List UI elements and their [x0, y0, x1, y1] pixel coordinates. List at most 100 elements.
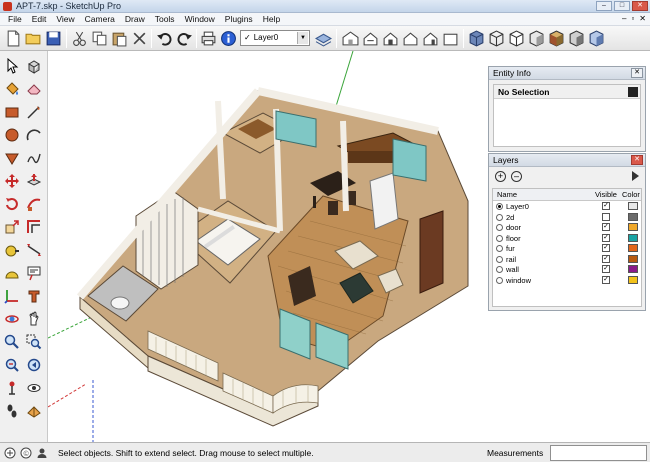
shaded-textures-icon[interactable] [547, 29, 566, 48]
cut-icon[interactable] [70, 29, 89, 48]
section-plane-icon[interactable] [24, 401, 44, 421]
active-layer-radio[interactable] [496, 224, 503, 231]
layer-color-swatch[interactable] [628, 275, 638, 284]
remove-layer-icon[interactable]: – [511, 171, 522, 182]
layer-dropdown[interactable]: ✓ Layer0 ▼ [240, 30, 310, 46]
look-around-icon[interactable] [24, 378, 44, 398]
protractor-icon[interactable] [2, 263, 22, 283]
rectangle-icon[interactable] [2, 102, 22, 122]
zoom-extents-icon[interactable] [2, 355, 22, 375]
layer-color-swatch[interactable] [628, 265, 638, 273]
front-view-icon[interactable] [381, 29, 400, 48]
column-name-header[interactable]: Name [497, 190, 517, 199]
layer-row[interactable]: Layer0 ✓ [493, 201, 641, 212]
layer-row[interactable]: fur ✓ [493, 243, 641, 254]
maximize-button[interactable]: □ [614, 1, 630, 11]
layer-color-swatch[interactable] [628, 254, 638, 263]
layer-visible-checkbox[interactable]: ✓ [602, 202, 610, 210]
active-layer-radio[interactable] [496, 245, 503, 252]
credits-icon[interactable]: © [20, 447, 32, 459]
open-folder-icon[interactable] [24, 29, 43, 48]
column-color-header[interactable]: Color [622, 190, 640, 199]
layer-row[interactable]: floor ✓ [493, 233, 641, 244]
position-camera-icon[interactable] [2, 378, 22, 398]
previous-view-icon[interactable] [24, 355, 44, 375]
eraser-icon[interactable] [24, 79, 44, 99]
details-toggle-icon[interactable] [628, 87, 638, 97]
paint-bucket-icon[interactable] [2, 79, 22, 99]
walk-icon[interactable] [2, 401, 22, 421]
back-view-icon[interactable] [421, 29, 440, 48]
circle-icon[interactable] [2, 125, 22, 145]
active-layer-radio[interactable] [496, 276, 503, 284]
doc-restore-button[interactable]: ▫ [631, 14, 634, 23]
monochrome-icon[interactable] [567, 29, 586, 48]
model-info-icon[interactable] [219, 29, 238, 48]
menu-tools[interactable]: Tools [150, 14, 180, 24]
menu-camera[interactable]: Camera [80, 14, 120, 24]
redo-icon[interactable] [175, 29, 194, 48]
undo-icon[interactable] [155, 29, 174, 48]
layer-color-swatch[interactable] [628, 223, 638, 231]
active-layer-radio[interactable] [496, 255, 503, 263]
geo-location-icon[interactable] [4, 447, 16, 459]
layer-row[interactable]: rail ✓ [493, 254, 641, 265]
menu-window[interactable]: Window [180, 14, 220, 24]
pan-icon[interactable] [24, 309, 44, 329]
wireframe-icon[interactable] [487, 29, 506, 48]
layer-color-swatch[interactable] [628, 244, 638, 252]
new-file-icon[interactable] [4, 29, 23, 48]
menu-view[interactable]: View [51, 14, 79, 24]
layer-color-swatch[interactable] [628, 212, 638, 221]
arc-icon[interactable] [24, 125, 44, 145]
layer-visible-checkbox[interactable]: ✓ [602, 223, 610, 231]
menu-draw[interactable]: Draw [120, 14, 150, 24]
hidden-line-icon[interactable] [507, 29, 526, 48]
select-icon[interactable] [2, 56, 22, 76]
layer-row[interactable]: 2d [493, 212, 641, 223]
follow-me-icon[interactable] [24, 194, 44, 214]
user-icon[interactable] [36, 447, 48, 459]
menu-plugins[interactable]: Plugins [220, 14, 258, 24]
layer-manager-icon[interactable] [314, 29, 333, 48]
layer-visible-checkbox[interactable] [602, 212, 610, 221]
layer-visible-checkbox[interactable]: ✓ [602, 233, 610, 242]
line-icon[interactable] [24, 102, 44, 122]
active-layer-radio[interactable] [496, 266, 503, 273]
text-icon[interactable] [24, 263, 44, 283]
make-component-icon[interactable] [24, 56, 44, 76]
tape-measure-icon[interactable] [2, 240, 22, 260]
rotate-icon[interactable] [2, 194, 22, 214]
layer-visible-checkbox[interactable]: ✓ [602, 244, 610, 252]
push-pull-icon[interactable] [24, 171, 44, 191]
save-icon[interactable] [44, 29, 63, 48]
shaded-icon[interactable] [527, 29, 546, 48]
monochrome-blue-icon[interactable] [587, 29, 606, 48]
menu-edit[interactable]: Edit [27, 14, 52, 24]
minimize-button[interactable]: – [596, 1, 612, 11]
layer-color-swatch[interactable] [628, 233, 638, 242]
xray-icon[interactable] [467, 29, 486, 48]
chevron-down-icon[interactable]: ▼ [297, 32, 308, 44]
erase-icon[interactable] [130, 29, 149, 48]
details-arrow-icon[interactable] [632, 171, 639, 181]
3d-text-icon[interactable] [24, 286, 44, 306]
print-icon[interactable] [199, 29, 218, 48]
zoom-icon[interactable] [2, 332, 22, 352]
menu-help[interactable]: Help [258, 14, 285, 24]
active-layer-radio[interactable] [496, 213, 503, 221]
left-view-icon[interactable] [441, 29, 460, 48]
layer-visible-checkbox[interactable]: ✓ [602, 254, 610, 263]
move-icon[interactable] [2, 171, 22, 191]
scale-icon[interactable] [2, 217, 22, 237]
measurements-input[interactable] [550, 445, 647, 461]
dimension-icon[interactable] [24, 240, 44, 260]
layer-row[interactable]: window ✓ [493, 275, 641, 286]
column-visible-header[interactable]: Visible [595, 190, 617, 199]
offset-icon[interactable] [24, 217, 44, 237]
layer-row[interactable]: door ✓ [493, 222, 641, 233]
copy-icon[interactable] [90, 29, 109, 48]
paste-icon[interactable] [110, 29, 129, 48]
close-icon[interactable]: ✕ [631, 155, 643, 165]
menu-file[interactable]: File [3, 14, 27, 24]
